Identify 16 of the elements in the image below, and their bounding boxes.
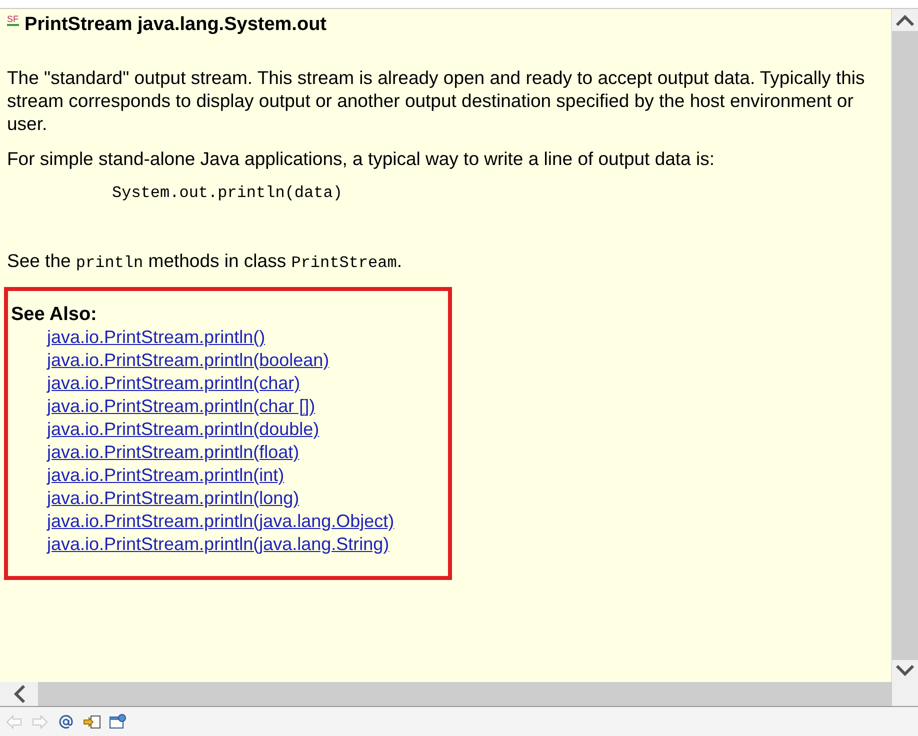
see-the-text: See the println methods in class PrintStream. xyxy=(7,249,403,274)
see-also-link[interactable]: java.io.PrintStream.println(float) xyxy=(47,441,300,464)
code-sample: System.out.println(data) xyxy=(112,183,344,204)
see-also-link[interactable]: java.io.PrintStream.println(boolean) xyxy=(47,349,330,372)
see-also-link[interactable]: java.io.PrintStream.println() xyxy=(47,326,266,349)
see-also-link[interactable]: java.io.PrintStream.println(char) xyxy=(47,372,300,395)
usage-text: For simple stand-alone Java applications, a typical way to write a line of output data is: xyxy=(7,147,716,170)
see-also-link[interactable]: java.io.PrintStream.println(long) xyxy=(47,487,300,510)
see-also-heading: See Also: xyxy=(11,303,98,326)
description-text: The "standard" output stream. This stream is already open and ready to accept output data. Typically this stream corresponds to display output or another output destination specified by the host environment or user. xyxy=(7,66,866,135)
see-also-link[interactable]: java.io.PrintStream.println(double) xyxy=(47,418,320,441)
see-also-link[interactable]: java.io.PrintStream.println(java.lang.String) xyxy=(47,533,390,556)
see-also-link[interactable]: java.io.PrintStream.println(java.lang.Object) xyxy=(47,510,394,533)
field-title: PrintStream java.lang.System.out xyxy=(24,13,327,36)
see-also-link[interactable]: java.io.PrintStream.println(int) xyxy=(47,464,284,487)
see-also-link[interactable]: java.io.PrintStream.println(char []) xyxy=(47,395,316,418)
